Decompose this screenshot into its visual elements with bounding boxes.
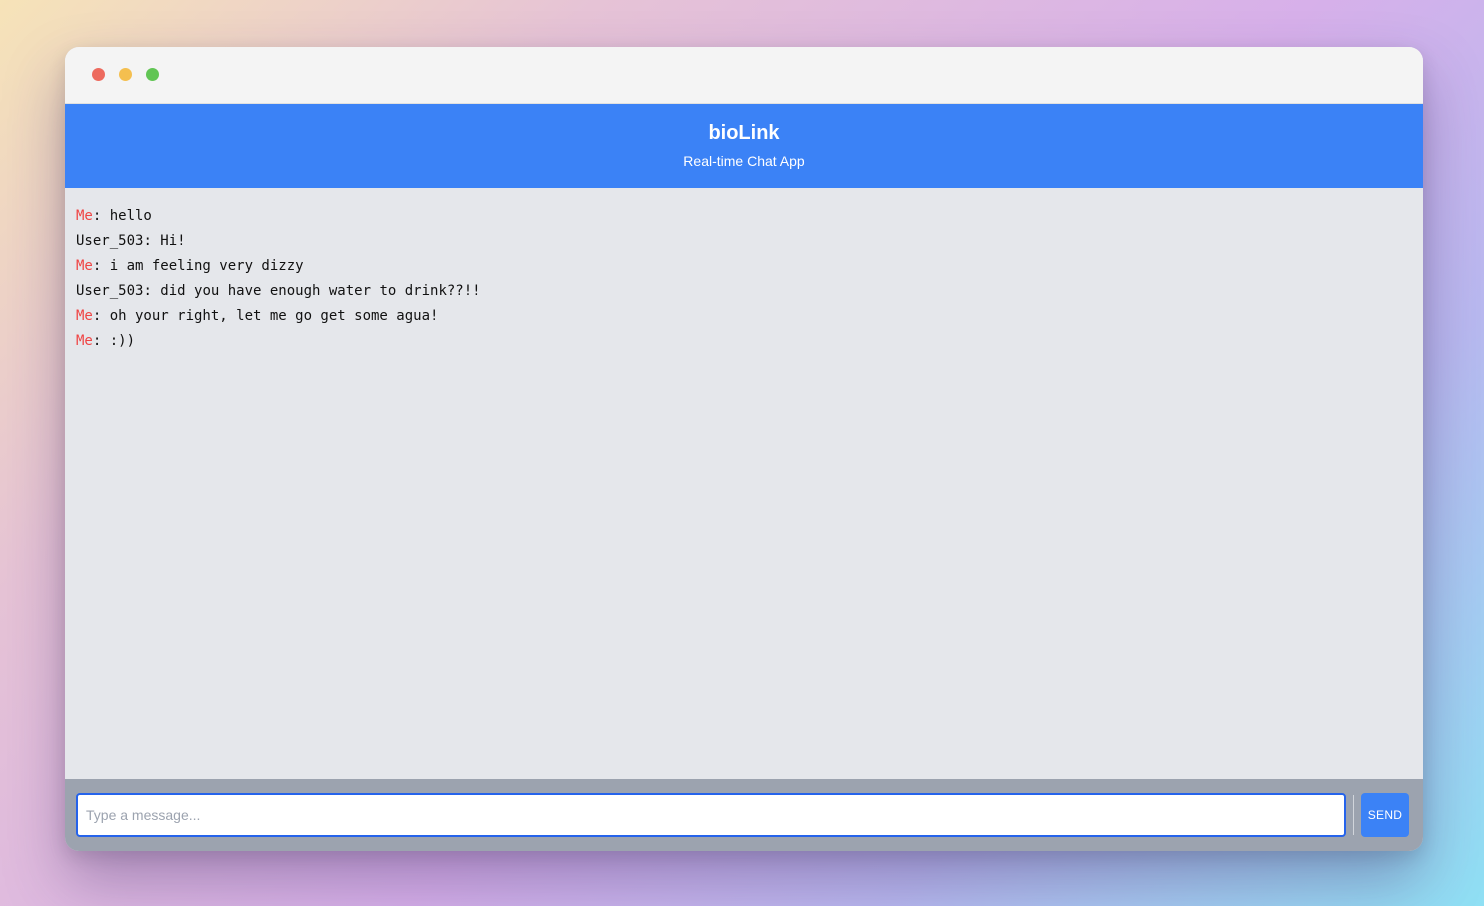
message-sender: Me (76, 258, 93, 274)
message-text: : :)) (92, 333, 136, 349)
message-input[interactable] (76, 793, 1346, 837)
send-button[interactable]: SEND (1361, 793, 1409, 837)
message-item: Me: :)) (76, 329, 1412, 354)
message-item: Me: i am feeling very dizzy (76, 254, 1412, 279)
app-window: bioLink Real-time Chat App Me: hello Use… (65, 47, 1423, 851)
message-item: Me: hello (76, 204, 1412, 229)
message-item: User_503: did you have enough water to d… (76, 279, 1412, 304)
message-item: Me: oh your right, let me go get some ag… (76, 304, 1412, 329)
window-titlebar (65, 47, 1423, 104)
minimize-window-button[interactable] (119, 68, 132, 81)
message-text: : i am feeling very dizzy (92, 258, 304, 274)
message-text: : did you have enough water to drink??!! (143, 283, 481, 299)
message-item: User_503: Hi! (76, 229, 1412, 254)
message-sender: User_503 (76, 233, 144, 249)
maximize-window-button[interactable] (146, 68, 159, 81)
message-text: : Hi! (143, 233, 186, 249)
message-text: : oh your right, let me go get some agua… (92, 308, 439, 324)
message-sender: Me (76, 208, 93, 224)
message-text: : hello (92, 208, 152, 224)
composer-divider (1353, 795, 1354, 835)
message-sender: User_503 (76, 283, 144, 299)
message-sender: Me (76, 308, 93, 324)
message-composer: SEND (65, 779, 1423, 851)
app-header: bioLink Real-time Chat App (65, 104, 1423, 188)
message-list[interactable]: Me: hello User_503: Hi! Me: i am feeling… (65, 188, 1423, 779)
app-subtitle: Real-time Chat App (683, 153, 805, 169)
close-window-button[interactable] (92, 68, 105, 81)
message-sender: Me (76, 333, 93, 349)
app-title: bioLink (708, 122, 780, 144)
